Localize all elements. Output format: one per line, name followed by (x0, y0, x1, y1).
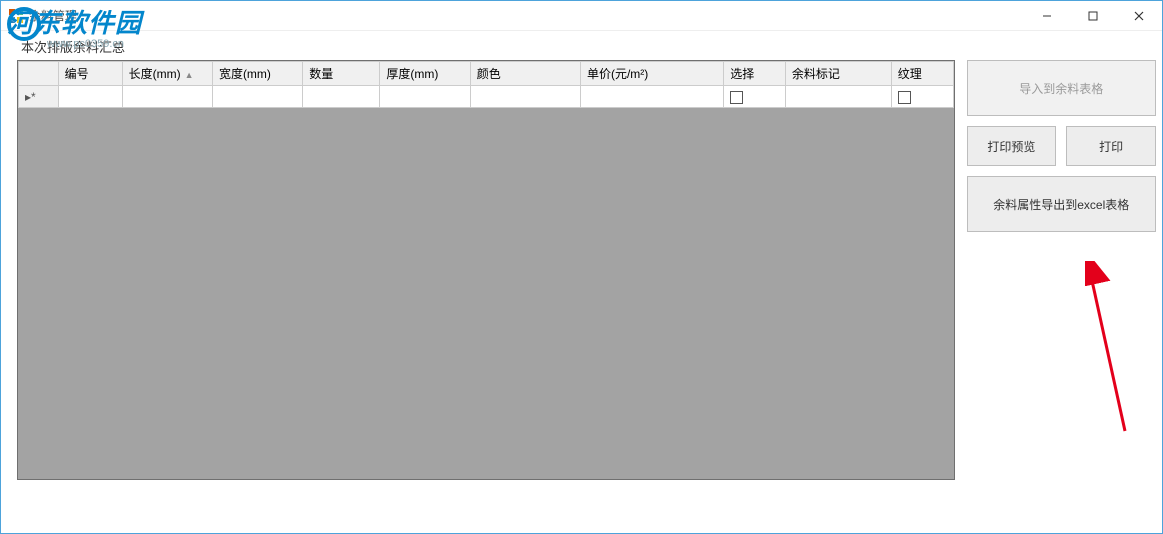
close-button[interactable] (1116, 1, 1162, 31)
maximize-button[interactable] (1070, 1, 1116, 31)
col-thickness[interactable]: 厚度(mm) (380, 62, 470, 86)
window-controls (1024, 1, 1162, 31)
checkbox-icon[interactable] (730, 91, 743, 104)
cell-color[interactable] (470, 86, 580, 108)
cell-remmark[interactable] (785, 86, 891, 108)
app-icon (9, 9, 23, 23)
cell-qty[interactable] (303, 86, 380, 108)
cell-id[interactable] (58, 86, 122, 108)
col-width[interactable]: 宽度(mm) (212, 62, 302, 86)
table-row[interactable]: ▸* (19, 86, 954, 108)
col-remmark[interactable]: 余料标记 (785, 62, 891, 86)
cell-id-input[interactable] (65, 90, 116, 104)
checkbox-icon[interactable] (898, 91, 911, 104)
sort-asc-icon: ▲ (185, 70, 194, 80)
col-unitprice[interactable]: 单价(元/m²) (580, 62, 723, 86)
side-buttons: 导入到余料表格 打印预览 打印 余料属性导出到excel表格 (967, 60, 1157, 232)
col-length[interactable]: 长度(mm)▲ (122, 62, 212, 86)
cell-width[interactable] (212, 86, 302, 108)
cell-select[interactable] (724, 86, 786, 108)
col-select[interactable]: 选择 (724, 62, 786, 86)
client-area: 本次排版余料汇总 编号 长度(mm)▲ 宽度(mm) 数量 (1, 31, 1162, 480)
cell-unitprice[interactable] (580, 86, 723, 108)
col-qty[interactable]: 数量 (303, 62, 380, 86)
cell-thickness[interactable] (380, 86, 470, 108)
cell-texture[interactable] (891, 86, 953, 108)
print-button[interactable]: 打印 (1066, 126, 1156, 166)
cell-length[interactable] (122, 86, 212, 108)
app-window: 余料管理 河东软件园 www.pc0359.cn 本次排版余料汇总 (0, 0, 1163, 534)
minimize-button[interactable] (1024, 1, 1070, 31)
section-title: 本次排版余料汇总 (7, 31, 1156, 60)
titlebar: 余料管理 (1, 1, 1162, 31)
import-button[interactable]: 导入到余料表格 (967, 60, 1157, 116)
window-title: 余料管理 (29, 7, 77, 24)
col-id[interactable]: 编号 (58, 62, 122, 86)
datagrid-panel: 编号 长度(mm)▲ 宽度(mm) 数量 厚度(mm) 颜色 单价(元/m²) … (17, 60, 955, 480)
new-row-marker: ▸* (19, 86, 59, 108)
datagrid[interactable]: 编号 长度(mm)▲ 宽度(mm) 数量 厚度(mm) 颜色 单价(元/m²) … (18, 61, 954, 108)
export-excel-button[interactable]: 余料属性导出到excel表格 (967, 176, 1157, 232)
print-preview-button[interactable]: 打印预览 (967, 126, 1057, 166)
col-texture[interactable]: 纹理 (891, 62, 953, 86)
row-header-corner[interactable] (19, 62, 59, 86)
col-color[interactable]: 颜色 (470, 62, 580, 86)
